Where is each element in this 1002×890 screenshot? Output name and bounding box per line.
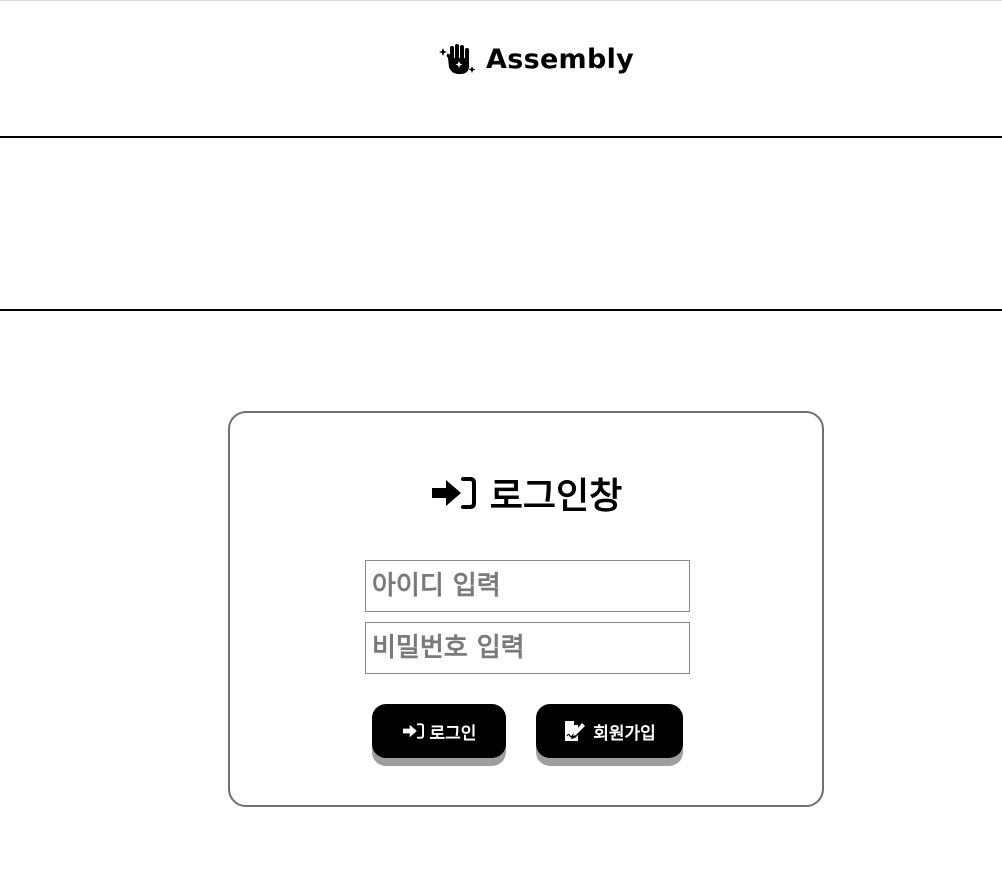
- login-title-text: 로그인창: [489, 476, 623, 517]
- signup-pen-icon: [565, 721, 586, 741]
- signup-button[interactable]: 회원가입: [536, 704, 683, 758]
- signup-button-label: 회원가입: [593, 723, 656, 744]
- login-card: 로그인창 로그인 회원가입: [228, 411, 824, 807]
- banner-divider: [0, 309, 1002, 311]
- password-input[interactable]: [365, 622, 690, 674]
- sparkle-hand-icon: [439, 44, 476, 74]
- login-button[interactable]: 로그인: [372, 704, 506, 758]
- id-input[interactable]: [365, 560, 690, 612]
- site-header: Assembly: [0, 1, 1002, 137]
- login-button-label: 로그인: [429, 723, 477, 744]
- sign-in-icon: [402, 723, 424, 739]
- empty-banner-area: [0, 138, 1002, 309]
- brand-logo[interactable]: Assembly: [438, 39, 634, 79]
- login-title: 로그인창: [230, 467, 822, 519]
- sign-in-icon: [431, 477, 476, 509]
- brand-name: Assembly: [486, 43, 635, 75]
